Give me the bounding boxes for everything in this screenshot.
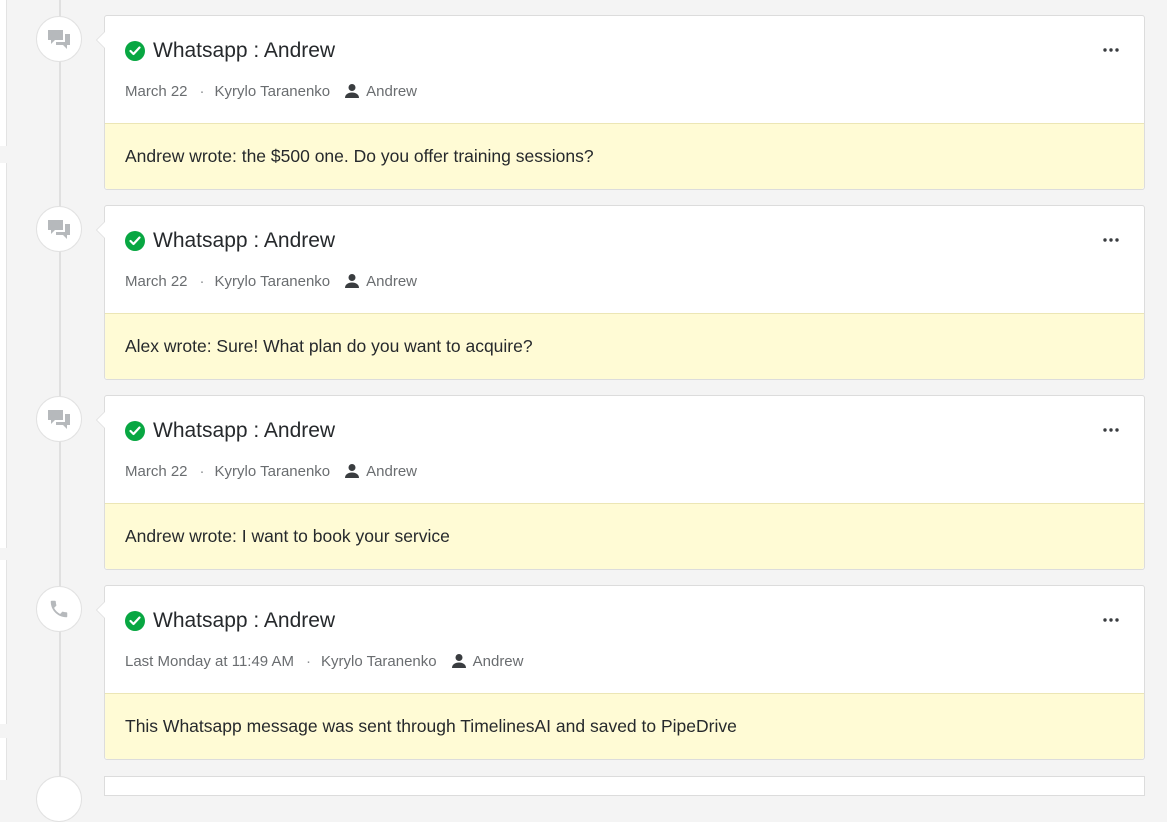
chat-icon xyxy=(45,27,73,51)
activity-date: March 22 xyxy=(125,272,188,290)
activity-title[interactable]: Whatsapp : Andrew xyxy=(153,228,335,254)
contact-name[interactable]: Andrew xyxy=(473,653,524,670)
note-text: This Whatsapp message was sent through T… xyxy=(125,716,737,736)
contact-name[interactable]: Andrew xyxy=(366,83,417,100)
person-icon xyxy=(345,84,360,98)
activity-card: Whatsapp : Andrew Last Monday at 11:49 A… xyxy=(96,585,1145,760)
timeline-item: Whatsapp : Andrew March 22 · Kyrylo Tara… xyxy=(0,15,1167,190)
activity-title[interactable]: Whatsapp : Andrew xyxy=(153,608,335,634)
contact-link[interactable]: Andrew xyxy=(344,463,417,480)
done-check-icon[interactable] xyxy=(125,41,145,61)
done-check-icon[interactable] xyxy=(125,611,145,631)
person-icon xyxy=(451,654,466,668)
ellipsis-icon xyxy=(1103,238,1119,242)
separator-dot: · xyxy=(199,82,205,100)
timeline-marker xyxy=(36,586,82,632)
activity-note: This Whatsapp message was sent through T… xyxy=(105,693,1144,759)
activity-card: Whatsapp : Andrew March 22 · Kyrylo Tara… xyxy=(96,15,1145,190)
activity-owner[interactable]: Kyrylo Taranenko xyxy=(321,653,437,670)
separator-dot: · xyxy=(306,652,311,670)
timeline-item: Whatsapp : Andrew Last Monday at 11:49 A… xyxy=(0,585,1167,760)
activity-owner[interactable]: Kyrylo Taranenko xyxy=(215,273,331,290)
activity-meta: March 22 · Kyrylo Taranenko Andrew xyxy=(125,80,417,102)
more-options-button[interactable] xyxy=(1096,610,1126,630)
note-text: Andrew wrote: the $500 one. Do you offer… xyxy=(125,146,594,166)
timeline-item: Whatsapp : Andrew March 22 · Kyrylo Tara… xyxy=(0,395,1167,570)
phone-icon xyxy=(48,598,70,620)
more-options-button[interactable] xyxy=(1096,230,1126,250)
timeline-marker xyxy=(36,776,82,822)
activity-title[interactable]: Whatsapp : Andrew xyxy=(153,38,335,64)
ellipsis-icon xyxy=(1103,618,1119,622)
activity-date: March 22 xyxy=(125,462,188,480)
activity-card-partial xyxy=(104,776,1145,796)
chat-icon xyxy=(45,407,73,431)
activity-title[interactable]: Whatsapp : Andrew xyxy=(153,418,335,444)
activity-date: Last Monday at 11:49 AM xyxy=(125,652,294,670)
contact-link[interactable]: Andrew xyxy=(451,653,524,670)
person-icon xyxy=(345,274,360,288)
activity-meta: March 22 · Kyrylo Taranenko Andrew xyxy=(125,270,417,292)
separator-dot: · xyxy=(199,272,205,290)
ellipsis-icon xyxy=(1103,428,1119,432)
activity-card: Whatsapp : Andrew March 22 · Kyrylo Tara… xyxy=(96,205,1145,380)
done-check-icon[interactable] xyxy=(125,421,145,441)
activity-owner[interactable]: Kyrylo Taranenko xyxy=(215,463,331,480)
activity-owner[interactable]: Kyrylo Taranenko xyxy=(215,83,331,100)
activity-card: Whatsapp : Andrew March 22 · Kyrylo Tara… xyxy=(96,395,1145,570)
timeline-item: Whatsapp : Andrew March 22 · Kyrylo Tara… xyxy=(0,205,1167,380)
ellipsis-icon xyxy=(1103,48,1119,52)
note-text: Alex wrote: Sure! What plan do you want … xyxy=(125,336,533,356)
contact-name[interactable]: Andrew xyxy=(366,273,417,290)
activity-note: Andrew wrote: I want to book your servic… xyxy=(105,503,1144,569)
timeline-marker xyxy=(36,16,82,62)
activity-meta: Last Monday at 11:49 AM · Kyrylo Taranen… xyxy=(125,650,523,672)
done-check-icon[interactable] xyxy=(125,231,145,251)
activity-note: Alex wrote: Sure! What plan do you want … xyxy=(105,313,1144,379)
more-options-button[interactable] xyxy=(1096,420,1126,440)
chat-icon xyxy=(45,217,73,241)
activity-meta: March 22 · Kyrylo Taranenko Andrew xyxy=(125,460,417,482)
contact-name[interactable]: Andrew xyxy=(366,463,417,480)
contact-link[interactable]: Andrew xyxy=(344,273,417,290)
activity-date: March 22 xyxy=(125,82,188,100)
note-text: Andrew wrote: I want to book your servic… xyxy=(125,526,450,546)
person-icon xyxy=(345,464,360,478)
activity-note: Andrew wrote: the $500 one. Do you offer… xyxy=(105,123,1144,189)
separator-dot: · xyxy=(199,462,205,480)
contact-link[interactable]: Andrew xyxy=(344,83,417,100)
more-options-button[interactable] xyxy=(1096,40,1126,60)
timeline-marker xyxy=(36,206,82,252)
timeline-marker xyxy=(36,396,82,442)
